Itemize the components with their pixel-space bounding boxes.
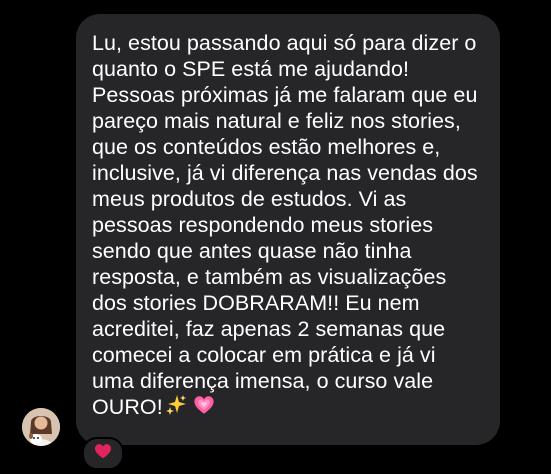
red-heart-icon (94, 443, 112, 464)
message-line: resposta, e também as visualizações (92, 265, 447, 289)
avatar-photo (22, 408, 60, 446)
growing-heart-icon (193, 394, 215, 422)
message-line: quanto o SPE está me ajudando! (92, 57, 410, 81)
message-line: comecei a colocar em prática e já vi (92, 343, 436, 367)
message-line: meus produtos de estudos. Vi as (92, 187, 407, 211)
message-line: inclusive, já vi diferença nas vendas do… (92, 161, 478, 185)
message-last-line: OURO! (92, 394, 482, 422)
message-line: sendo que antes quase não tinha (92, 239, 412, 263)
chat-area: Lu, estou passando aqui só para dizer o … (0, 0, 551, 474)
message-line: uma diferença imensa, o curso vale (92, 369, 434, 393)
message-bubble[interactable]: Lu, estou passando aqui só para dizer o … (76, 14, 500, 445)
message-line: pessoas respondendo meus stories (92, 213, 434, 237)
message-line: que os conteúdos estão melhores e, (92, 135, 441, 159)
message-line: pareço mais natural e feliz nos stories, (92, 109, 461, 133)
reaction-pill[interactable] (82, 437, 124, 470)
message-line: dos stories DOBRARAM!! Eu nem (92, 291, 420, 315)
message-line-text: OURO! (92, 395, 163, 419)
message-line: Lu, estou passando aqui só para dizer o (92, 31, 477, 55)
message-line: acreditei, faz apenas 2 semanas que (92, 317, 446, 341)
avatar[interactable] (22, 408, 60, 446)
sparkles-icon (165, 394, 187, 422)
message-line: Pessoas próximas já me falaram que eu (92, 83, 478, 107)
